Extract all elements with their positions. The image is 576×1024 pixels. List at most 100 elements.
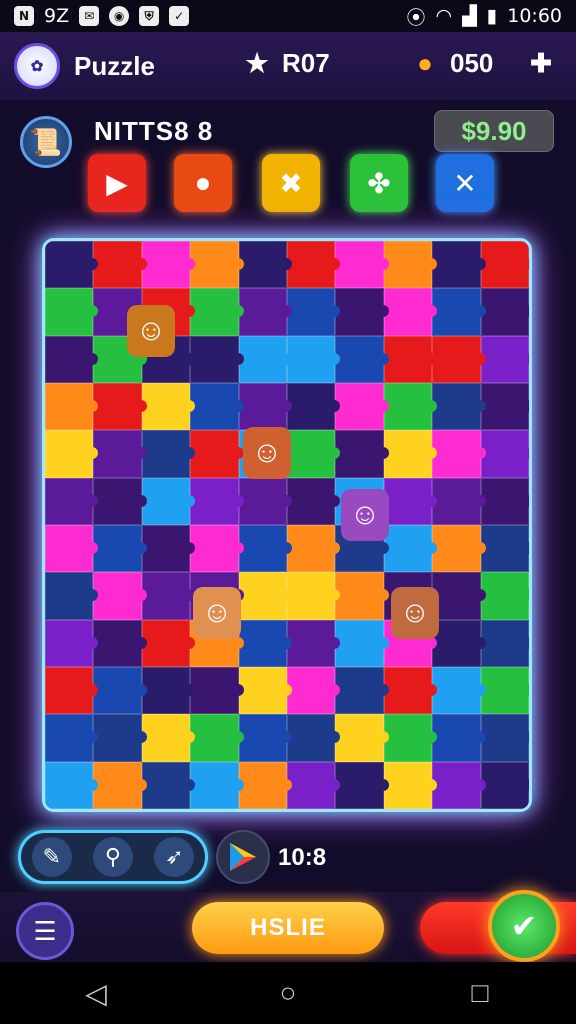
puzzle-board[interactable]: ☺ ☺ ☺ ☺ ☺ [42,238,532,812]
back-icon[interactable]: ◁ [76,973,116,1013]
puzzle-piece[interactable] [383,714,438,762]
puzzle-piece[interactable] [190,714,245,762]
puzzle-piece[interactable] [141,382,196,431]
puzzle-piece[interactable] [238,619,293,667]
puzzle-piece[interactable] [93,619,148,667]
puzzle-piece[interactable] [335,335,390,383]
puzzle-piece[interactable] [480,430,529,478]
puzzle-piece[interactable] [480,241,529,289]
puzzle-piece[interactable] [480,714,529,762]
puzzle-piece[interactable] [480,524,529,573]
puzzle-piece[interactable] [287,335,341,383]
puzzle-piece[interactable] [45,477,99,525]
puzzle-piece[interactable] [432,288,487,336]
puzzle-piece[interactable] [141,572,196,620]
puzzle-piece[interactable] [287,572,341,620]
puzzle-piece[interactable] [93,430,148,478]
puzzle-piece[interactable] [287,524,341,573]
puzzle-piece[interactable] [480,335,529,383]
puzzle-piece[interactable] [93,714,148,762]
puzzle-piece[interactable] [335,761,390,809]
apple-tool-button[interactable]: ● [174,154,232,212]
puzzle-piece[interactable] [45,714,99,762]
confirm-button[interactable]: ✔ [488,890,560,962]
puzzle-piece[interactable] [93,666,148,715]
puzzle-piece[interactable] [238,714,293,762]
puzzle-piece[interactable] [93,382,148,431]
puzzle-piece[interactable] [190,524,245,573]
recents-icon[interactable]: □ [460,973,500,1013]
puzzle-piece[interactable] [432,382,487,431]
puzzle-piece[interactable] [432,619,487,667]
puzzle-piece[interactable] [45,619,99,667]
puzzle-piece[interactable] [238,382,293,431]
puzzle-piece[interactable] [383,761,438,809]
puzzle-piece[interactable] [45,572,99,620]
rocket-icon[interactable]: ➶ [154,837,195,877]
puzzle-piece[interactable] [480,572,529,620]
puzzle-piece[interactable] [480,382,529,431]
puzzle-piece[interactable] [383,288,438,336]
magnifier-icon[interactable]: ⚲ [92,837,133,877]
character-face-icon[interactable]: ☺ [391,587,439,639]
puzzle-piece[interactable] [190,382,245,431]
puzzle-piece[interactable] [141,430,196,478]
puzzle-piece[interactable] [45,761,99,809]
app-logo-icon[interactable]: ✿ [14,43,60,89]
puzzle-piece[interactable] [238,477,293,525]
puzzle-piece[interactable] [383,666,438,715]
puzzle-piece[interactable] [383,477,438,525]
character-face-icon[interactable]: ☺ [193,587,241,639]
puzzle-piece[interactable] [383,335,438,383]
puzzle-piece[interactable] [335,288,390,336]
puzzle-piece[interactable] [45,241,99,289]
puzzle-piece[interactable] [287,241,341,289]
puzzle-piece[interactable] [141,524,196,573]
puzzle-piece[interactable] [335,714,390,762]
character-face-icon[interactable]: ☺ [243,427,291,479]
puzzle-piece[interactable] [335,382,390,431]
puzzle-piece[interactable] [238,288,293,336]
cross-tool-button[interactable]: ✕ [436,154,494,212]
puzzle-piece[interactable] [141,619,196,667]
puzzle-piece[interactable] [432,666,487,715]
puzzle-piece[interactable] [238,524,293,573]
puzzle-piece[interactable] [383,524,438,573]
puzzle-piece[interactable] [287,477,341,525]
puzzle-piece[interactable] [93,572,148,620]
puzzle-piece[interactable] [480,619,529,667]
puzzle-piece[interactable] [45,382,99,431]
puzzle-piece[interactable] [287,666,341,715]
puzzle-piece[interactable] [238,335,293,383]
puzzle-piece[interactable] [480,288,529,336]
hammer-tool-button[interactable]: ✖ [262,154,320,212]
puzzle-piece[interactable] [238,666,293,715]
puzzle-piece[interactable] [480,761,529,809]
puzzle-piece[interactable] [190,241,245,289]
puzzle-piece[interactable] [383,382,438,431]
puzzle-piece[interactable] [190,288,245,336]
puzzle-piece[interactable] [383,241,438,289]
puzzle-piece[interactable] [335,572,390,620]
puzzle-piece[interactable] [432,761,487,809]
puzzle-piece[interactable] [45,288,99,336]
play-store-button[interactable] [216,830,270,884]
puzzle-piece[interactable] [383,430,438,478]
puzzle-piece[interactable] [287,382,341,431]
puzzle-piece[interactable] [335,430,390,478]
puzzle-piece[interactable] [287,761,341,809]
puzzle-piece[interactable] [432,477,487,525]
settings-button[interactable]: ✚ [524,46,558,80]
puzzle-piece[interactable] [287,288,341,336]
puzzle-piece[interactable] [238,241,293,289]
puzzle-piece[interactable] [432,714,487,762]
puzzle-piece[interactable] [93,477,148,525]
puzzle-tool-button[interactable]: ✤ [350,154,408,212]
puzzle-piece[interactable] [190,477,245,525]
puzzle-piece[interactable] [190,430,245,478]
puzzle-piece[interactable] [432,335,487,383]
puzzle-piece[interactable] [238,572,293,620]
puzzle-piece[interactable] [432,430,487,478]
puzzle-piece[interactable] [432,241,487,289]
puzzle-piece[interactable] [287,430,341,478]
